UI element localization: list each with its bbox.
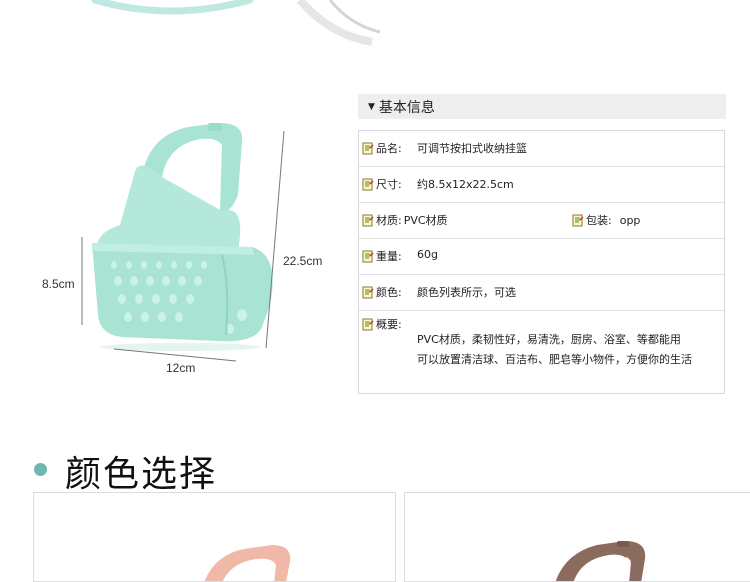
note-icon [362,214,374,226]
basket-illustration [81,123,285,362]
previous-product-image-remnant [91,0,381,46]
info-row-weight: 重量: 60g [359,239,724,275]
overview-line-1: PVC材质，柔韧性好，易清洗，厨房、浴室、等都能用 [417,333,681,346]
note-icon [362,142,374,154]
weight-label: 重量: [376,250,402,263]
length-label: 22.5cm [283,254,323,268]
note-icon [362,250,374,262]
note-icon [572,214,584,226]
color-label: 颜色: [376,286,402,299]
width-label: 12cm [166,361,196,375]
section-bullet-dot [34,463,47,476]
color-value: 颜色列表所示，可选 [417,286,516,299]
color-option-pink-card[interactable] [33,492,396,582]
info-row-size: 尺寸: 约8.5x12x22.5cm [359,167,724,203]
note-icon [362,178,374,190]
size-label: 尺寸: [376,178,402,191]
overview-line-2: 可以放置清洁球、百洁布、肥皂等小物件，方便你的生活 [417,353,692,366]
height-label: 8.5cm [42,277,75,291]
material-value: PVC材质 [403,214,448,227]
weight-value: 60g [417,248,438,261]
name-value: 可调节按扣式收纳挂篮 [417,142,527,155]
info-row-color: 颜色: 颜色列表所示，可选 [359,275,724,311]
note-icon [362,318,374,330]
product-dimension-figure: 8.5cm 22.5cm 12cm [30,115,350,385]
product-info-table: 品名: 可调节按扣式收纳挂篮 尺寸: 约8.5x12x22.5cm 材质: PV… [358,130,725,394]
info-row-material: 材质: PVC材质 包装: opp [359,203,724,239]
info-row-overview: 概要: PVC材质，柔韧性好，易清洗，厨房、浴室、等都能用 可以放置清洁球、百洁… [359,311,724,393]
color-section-title: 颜色选择 [65,454,218,495]
name-label: 品名: [376,142,402,155]
note-icon [362,286,374,298]
color-option-brown-card[interactable] [404,492,750,582]
brown-basket-image [555,541,646,581]
info-row-name: 品名: 可调节按扣式收纳挂篮 [359,131,724,167]
pink-basket-image [204,545,291,581]
collapse-triangle-icon: ▼ [368,101,375,112]
overview-label: 概要: [376,318,402,331]
basic-info-header[interactable]: ▼ 基本信息 [358,94,726,119]
package-value: opp [619,213,641,227]
package-label: 包装: [586,214,612,227]
basic-info-title: 基本信息 [378,99,435,116]
size-value: 约8.5x12x22.5cm [417,178,514,191]
material-label: 材质: [376,214,402,227]
